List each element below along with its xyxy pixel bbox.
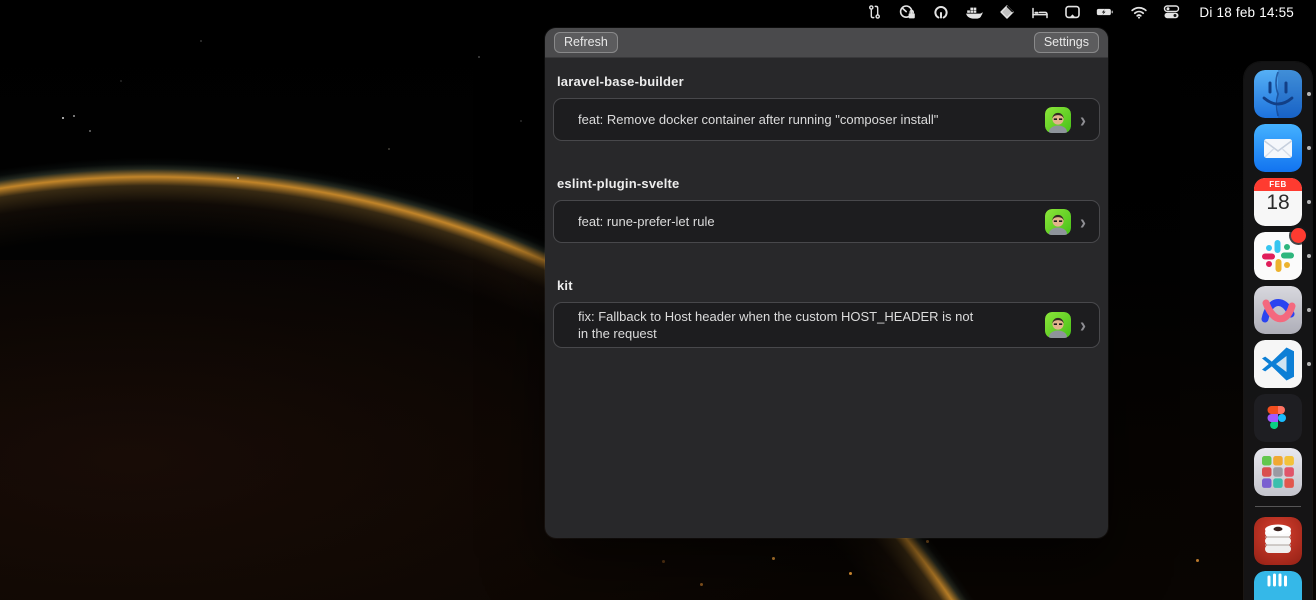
screen-mirroring-icon[interactable] xyxy=(1063,4,1082,21)
commit-title: feat: Remove docker container after runn… xyxy=(578,111,980,128)
notification-badge xyxy=(1291,228,1306,243)
refresh-button[interactable]: Refresh xyxy=(554,32,618,53)
commit-title: feat: rune-prefer-let rule xyxy=(578,213,980,230)
battery-charging-icon[interactable] xyxy=(1096,4,1115,21)
author-avatar xyxy=(1045,107,1071,133)
openvpn-icon[interactable] xyxy=(931,4,950,21)
privacy-dial-lock-icon[interactable] xyxy=(898,4,917,21)
calendar-day-label: 18 xyxy=(1254,191,1302,215)
dock-item-arc-browser[interactable] xyxy=(1254,286,1302,334)
dock-item-vscode[interactable] xyxy=(1254,340,1302,388)
repo-label: eslint-plugin-svelte xyxy=(557,176,1096,191)
dock-item-app-grid[interactable] xyxy=(1254,448,1302,496)
commit-row[interactable]: fix: Fallback to Host header when the cu… xyxy=(553,302,1100,348)
dock-item-figma[interactable] xyxy=(1254,394,1302,442)
commit-title: fix: Fallback to Host header when the cu… xyxy=(578,308,980,342)
dock-item-slack[interactable] xyxy=(1254,232,1302,280)
author-avatar xyxy=(1045,312,1071,338)
panel-header: Refresh Settings xyxy=(545,28,1108,58)
running-indicator xyxy=(1307,308,1311,312)
author-avatar xyxy=(1045,209,1071,235)
running-indicator xyxy=(1307,92,1311,96)
dock-item-terminal-partial[interactable] xyxy=(1254,571,1302,600)
running-indicator xyxy=(1307,254,1311,258)
running-indicator xyxy=(1307,200,1311,204)
docker-whale-icon[interactable] xyxy=(964,4,983,21)
chevron-right-icon: › xyxy=(1080,110,1086,128)
wifi-icon[interactable] xyxy=(1129,4,1148,21)
dock: FEB 18 xyxy=(1244,62,1312,600)
menu-bar: Di 18 feb 14:55 xyxy=(0,0,1316,24)
pr-menu-panel: Refresh Settings laravel-base-builder fe… xyxy=(545,28,1108,538)
pull-request-icon[interactable] xyxy=(865,4,884,21)
dock-item-finder[interactable] xyxy=(1254,70,1302,118)
running-indicator xyxy=(1307,146,1311,150)
dock-divider xyxy=(1255,506,1301,507)
desktop: Di 18 feb 14:55 Refresh Settings laravel… xyxy=(0,0,1316,600)
chevron-right-icon: › xyxy=(1080,316,1086,334)
commit-row[interactable]: feat: rune-prefer-let rule › xyxy=(553,200,1100,243)
calendar-month-label: FEB xyxy=(1254,180,1302,189)
dock-item-calendar[interactable]: FEB 18 xyxy=(1254,178,1302,226)
running-indicator xyxy=(1307,362,1311,366)
diamond-share-icon[interactable] xyxy=(997,4,1016,21)
panel-body: laravel-base-builder feat: Remove docker… xyxy=(545,58,1108,348)
commit-row[interactable]: feat: Remove docker container after runn… xyxy=(553,98,1100,141)
bed-icon[interactable] xyxy=(1030,4,1049,21)
repo-label: kit xyxy=(557,278,1096,293)
dock-item-mail[interactable] xyxy=(1254,124,1302,172)
settings-button[interactable]: Settings xyxy=(1034,32,1099,53)
chevron-right-icon: › xyxy=(1080,212,1086,230)
stacked-toggles-icon[interactable] xyxy=(1162,4,1181,21)
menu-bar-clock[interactable]: Di 18 feb 14:55 xyxy=(1199,5,1294,20)
dock-item-database[interactable] xyxy=(1254,517,1302,565)
repo-label: laravel-base-builder xyxy=(557,74,1096,89)
